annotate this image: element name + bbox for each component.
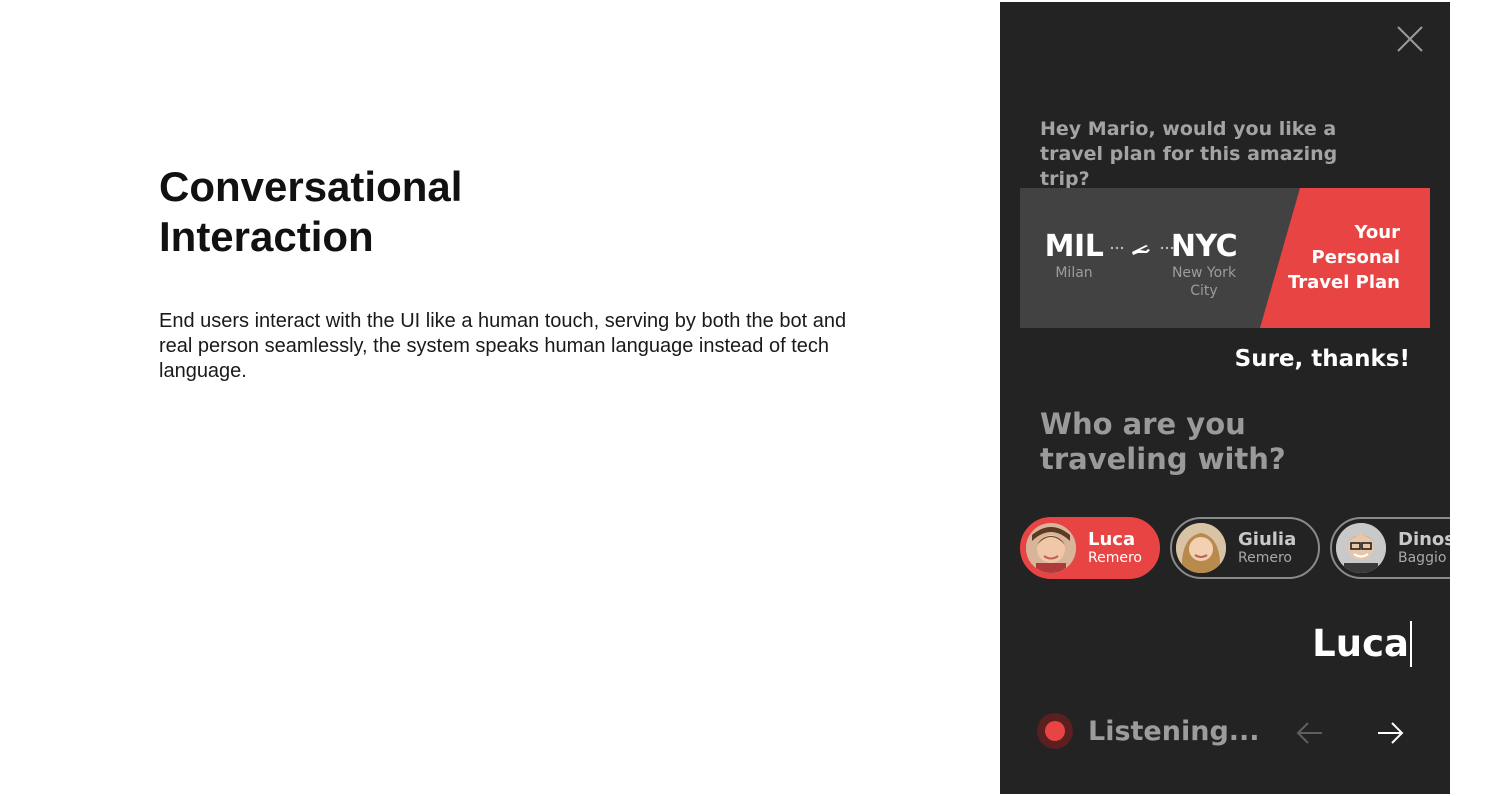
travel-plan-card[interactable]: MIL Milan NYC New York City Your Persona… (1020, 188, 1430, 328)
contact-chips: Luca Remero Giulia Remero Dino Baggio (1020, 517, 1450, 579)
travel-plan-label: Your Personal Travel Plan (1287, 222, 1400, 293)
destination-airport: NYC New York City (1158, 230, 1250, 300)
contact-chip-dinosi[interactable]: Dinosi Baggio (1330, 517, 1450, 579)
contact-first-name: Dinosi (1398, 529, 1450, 550)
contact-chip-giulia[interactable]: Giulia Remero (1170, 517, 1320, 579)
contact-first-name: Luca (1088, 529, 1136, 550)
avatar (1026, 523, 1076, 573)
arrow-right-icon[interactable] (1375, 718, 1405, 748)
origin-code: MIL (1044, 229, 1104, 264)
contact-last-name: Baggio (1398, 550, 1447, 566)
origin-airport: MIL Milan (1044, 230, 1104, 282)
destination-code: NYC (1170, 229, 1238, 264)
avatar (1336, 523, 1386, 573)
slide-description: End users interact with the UI like a hu… (159, 310, 847, 382)
user-message: Sure, thanks! (1234, 346, 1410, 372)
bot-message: Hey Mario, would you like a travel plan … (1040, 118, 1338, 190)
avatar (1176, 523, 1226, 573)
close-icon[interactable] (1393, 22, 1427, 56)
destination-city: New York City (1171, 265, 1237, 299)
voice-input-field[interactable]: Luca (1312, 620, 1412, 668)
contact-first-name: Giulia (1238, 529, 1297, 550)
origin-city: Milan (1055, 265, 1093, 281)
bot-question: Who are you traveling with? (1040, 407, 1286, 476)
contact-chip-luca[interactable]: Luca Remero (1020, 517, 1160, 579)
contact-last-name: Remero (1238, 550, 1292, 566)
text-caret (1410, 621, 1412, 667)
typed-text: Luca (1312, 622, 1409, 665)
chat-panel: Hey Mario, would you like a travel plan … (1000, 2, 1450, 794)
arrow-left-icon[interactable] (1295, 718, 1325, 748)
record-icon[interactable] (1037, 713, 1073, 749)
listening-status: Listening... (1088, 716, 1260, 747)
contact-last-name: Remero (1088, 550, 1142, 566)
page-title: Conversational Interaction (159, 163, 463, 260)
